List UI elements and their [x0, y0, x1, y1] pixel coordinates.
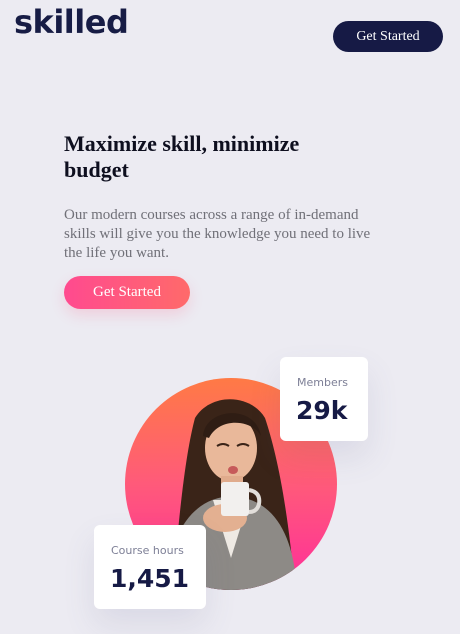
hero-get-started-button[interactable]: Get Started — [64, 276, 190, 309]
hero-description: Our modern courses across a range of in-… — [64, 207, 371, 261]
members-value: 29k — [296, 396, 348, 425]
header-get-started-button[interactable]: Get Started — [333, 21, 443, 52]
course-hours-value: 1,451 — [110, 564, 190, 593]
members-stat-card: Members 29k — [280, 357, 368, 441]
members-label: Members — [297, 376, 348, 389]
course-hours-label: Course hours — [111, 544, 184, 557]
course-hours-stat-card: Course hours 1,451 — [94, 525, 206, 609]
hero-title: Maximize skill, minimize budget — [64, 131, 300, 182]
site-logo[interactable]: skilled — [14, 2, 129, 42]
